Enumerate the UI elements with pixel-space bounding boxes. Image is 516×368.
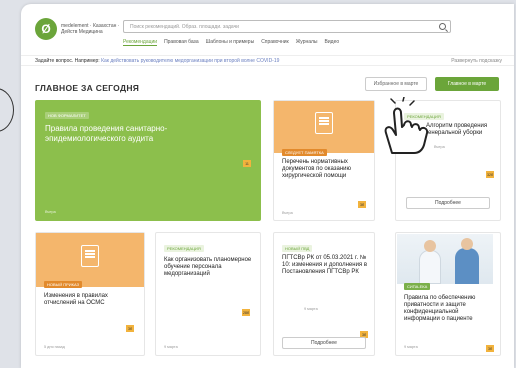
- card-thumbnail: [36, 233, 144, 287]
- search-icon[interactable]: [439, 23, 446, 30]
- pointer-hand-icon: [384, 97, 429, 154]
- question-link[interactable]: Как действовать руководителю медорганиза…: [101, 58, 279, 64]
- card-featured[interactable]: НОВ ФОРМАЛИТЕТ Правила проведения санита…: [35, 100, 261, 221]
- favorites-button[interactable]: Избранное в марте: [365, 77, 427, 91]
- card-date: 5 дня назад: [44, 345, 65, 349]
- search-placeholder: Поиск рекомендаций. Образ. площади. зада…: [130, 24, 239, 30]
- question-text: Задайте вопрос. Например: Как действоват…: [35, 58, 279, 64]
- card-date: Вчера: [45, 210, 56, 214]
- doctor-figure: [455, 248, 479, 284]
- card-item[interactable]: РЕКОМЕНДАЦИЯ Как организовать планомерно…: [155, 232, 261, 356]
- search-input[interactable]: Поиск рекомендаций. Образ. площади. зада…: [123, 20, 451, 33]
- card-tag: НОВЫЙ ПРИКАЗ: [44, 281, 82, 288]
- card-tag: НОВЫЙ ПВД: [282, 245, 313, 252]
- logo[interactable]: Ø medelement · Казахстан · Дeйcтв Медици…: [35, 18, 121, 40]
- card-badge: 28б: [242, 309, 250, 316]
- card-badge: 3б: [126, 325, 134, 332]
- card-badge: 3б: [486, 345, 494, 352]
- card-tag: СЛЕДУЕТ ПАМЯТКА: [282, 149, 327, 156]
- card-badge: 3б: [358, 201, 366, 208]
- browser-window: Ø medelement · Казахстан · Дeйcтв Медици…: [21, 4, 514, 368]
- card-title: Перечень нормативных документов по оказа…: [282, 159, 351, 179]
- card-badge: 32б: [486, 171, 494, 178]
- card-thumbnail: [274, 101, 374, 153]
- card-badge: 11: [243, 160, 251, 167]
- nav-recommendations[interactable]: Рекомендации: [123, 39, 158, 46]
- card-tag: СИПА-ЕКА: [404, 283, 431, 290]
- card-item[interactable]: НОВЫЙ ПВД ПГТСВр РК от 05.03.2021 г. № 1…: [273, 232, 375, 356]
- nav-legal-base[interactable]: Правовая база: [164, 39, 199, 46]
- more-button[interactable]: Подробнее: [406, 197, 490, 209]
- document-icon: [315, 112, 333, 134]
- doctors-image: [397, 234, 493, 284]
- more-button[interactable]: Подробнее: [282, 337, 366, 349]
- document-icon: [81, 245, 99, 267]
- card-title: Правила по обеспечению приватности и защ…: [404, 295, 476, 322]
- card-date: 9 марта: [164, 345, 178, 349]
- nav-video[interactable]: Видео: [325, 39, 340, 46]
- card-item[interactable]: СИПА-ЕКА Правила по обеспечению приватно…: [395, 232, 501, 356]
- nav-templates[interactable]: Шаблоны и примеры: [206, 39, 255, 46]
- card-title: Алгоритм проведения генеральной уборки: [426, 123, 488, 136]
- main-nav: Рекомендации Правовая база Шаблоны и при…: [123, 39, 339, 46]
- section-title: ГЛАВНОЕ ЗА СЕГОДНЯ: [35, 83, 140, 93]
- nav-reference[interactable]: Справочник: [261, 39, 289, 46]
- decorative-curve: [0, 88, 14, 132]
- card-item[interactable]: СЛЕДУЕТ ПАМЯТКА Перечень нормативных док…: [273, 100, 375, 221]
- card-tag: РЕКОМЕНДАЦИЯ: [164, 245, 204, 252]
- card-date: Вчера: [434, 145, 445, 149]
- card-item[interactable]: НОВЫЙ ПРИКАЗ Изменения в правилах отчисл…: [35, 232, 145, 356]
- question-bar: Задайте вопрос. Например: Как действоват…: [21, 55, 514, 66]
- screen: Ø medelement · Казахстан · Дeйcтв Медици…: [0, 0, 516, 368]
- card-title: ПГТСВр РК от 05.03.2021 г. № 10: изменен…: [282, 255, 368, 275]
- main-button[interactable]: Главное в марте: [435, 77, 499, 91]
- card-title: Как организовать планомерное обучение пе…: [164, 257, 252, 277]
- card-date: 9 марта: [404, 345, 418, 349]
- logo-text: medelement · Казахстан · Дeйcтв Медицина: [61, 23, 120, 35]
- card-title: Изменения в правилах отчислений на ОСМС: [44, 293, 108, 306]
- card-date: Вчера: [282, 211, 293, 215]
- question-label: Задайте вопрос. Например:: [35, 58, 100, 64]
- doctor-head: [461, 238, 473, 250]
- doctor-head: [424, 240, 436, 252]
- doctor-figure: [419, 250, 441, 284]
- logo-icon: Ø: [35, 18, 57, 40]
- card-title: Правила проведения санитарно-эпидемиолог…: [45, 124, 168, 143]
- card-tag: НОВ ФОРМАЛИТЕТ: [45, 112, 89, 119]
- card-date: 9 марта: [304, 307, 318, 311]
- nav-journals[interactable]: Журналы: [296, 39, 318, 46]
- expand-hint-link[interactable]: Развернуть подсказку: [451, 58, 502, 64]
